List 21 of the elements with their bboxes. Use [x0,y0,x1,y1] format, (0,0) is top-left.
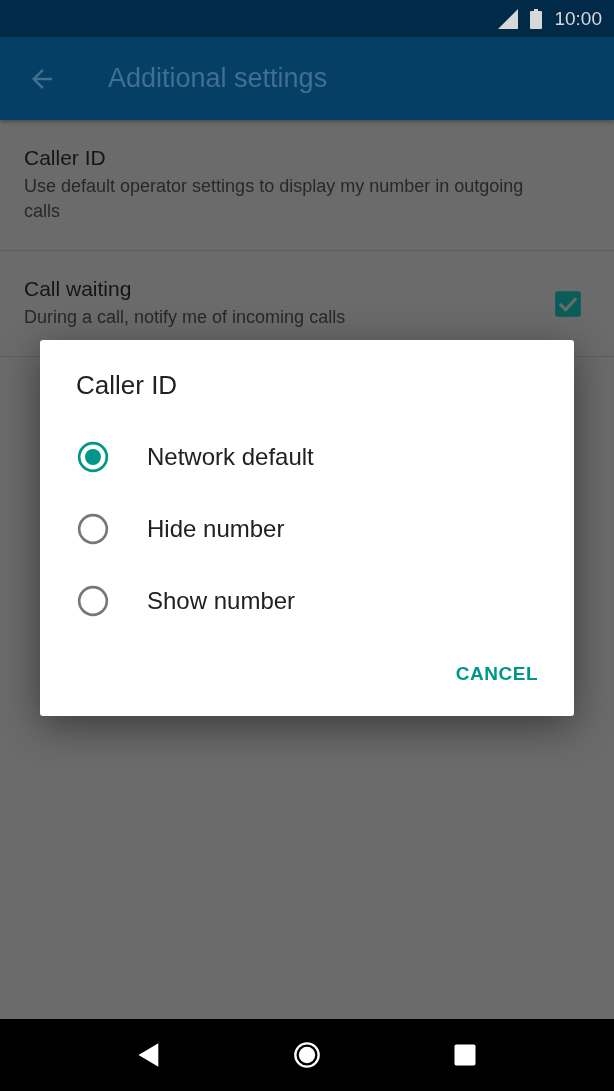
screen-title: Additional settings [108,63,328,94]
setting-summary: During a call, notify me of incoming calls [24,306,347,329]
dialog-title: Caller ID [76,370,179,401]
option-label: Network default [147,443,314,471]
setting-title: Caller ID [24,146,107,170]
radio-option[interactable]: Network default [76,421,538,493]
radio-button[interactable] [76,584,110,618]
radio-option[interactable]: Show number [76,565,538,637]
setting-summary: Use default operator settings to display my number in outgoing calls [24,175,525,223]
battery-icon [530,8,543,29]
clock-time: 10:00 [554,7,602,30]
radio-button[interactable] [76,440,110,474]
option-label: Show number [147,587,296,615]
option-label: Hide number [147,515,285,543]
home-circle-icon[interactable] [293,1041,321,1069]
radio-button[interactable] [76,512,110,546]
checkbox[interactable] [554,289,582,318]
signal-icon [498,8,519,29]
radio-option[interactable]: Hide number [76,493,538,565]
cancel-button[interactable]: CANCEL [441,653,552,695]
setting-title: Call waiting [24,277,133,301]
